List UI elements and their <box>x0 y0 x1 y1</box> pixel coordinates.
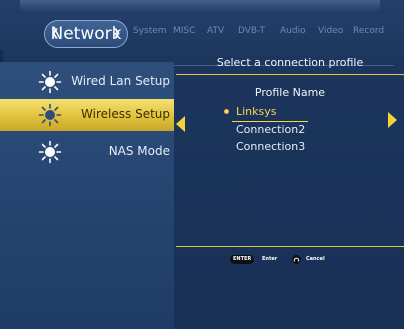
enter-hint-label: Enter <box>262 256 278 262</box>
chevron-right-icon: ❯ <box>112 28 121 39</box>
sun-icon <box>38 103 62 127</box>
tab-atv[interactable]: ATV <box>207 26 224 36</box>
settings-screen: ❮ Network ❯ System MISC ATV DVB-T Audio … <box>0 0 404 329</box>
selected-bullet-icon <box>224 109 229 114</box>
tab-network[interactable]: ❮ Network ❯ <box>44 20 128 48</box>
enter-key-badge: ENTER <box>230 255 255 264</box>
profile-item-linksys[interactable]: Linksys <box>236 105 277 118</box>
tab-network-label: Network <box>50 24 122 44</box>
menu-item-label: NAS Mode <box>108 144 170 158</box>
return-icon <box>292 255 301 264</box>
chevron-left-icon: ❮ <box>51 28 60 39</box>
profile-item-connection2[interactable]: Connection2 <box>236 123 305 136</box>
panel-title: Select a connection profile <box>216 56 364 69</box>
menu-item-nas-mode[interactable]: NAS Mode <box>0 136 174 168</box>
tab-system[interactable]: System <box>133 26 167 36</box>
selected-underline <box>232 121 308 122</box>
tab-audio[interactable]: Audio <box>280 26 306 36</box>
menu-item-label: Wireless Setup <box>81 107 170 121</box>
title-divider <box>176 74 404 75</box>
key-hints: ENTER Enter Cancel <box>176 253 404 267</box>
sun-icon <box>38 140 62 164</box>
menu-item-label: Wired Lan Setup <box>71 74 170 88</box>
bottom-divider <box>176 246 404 247</box>
profile-panel: Select a connection profile Profile Name… <box>176 52 404 329</box>
tab-misc[interactable]: MISC <box>173 26 195 36</box>
tab-bar: ❮ Network ❯ System MISC ATV DVB-T Audio … <box>0 18 404 66</box>
tab-record[interactable]: Record <box>353 26 384 36</box>
profile-name-header: Profile Name <box>254 86 326 99</box>
menu-item-wired-lan-setup[interactable]: Wired Lan Setup <box>0 66 174 98</box>
tab-dvb-t[interactable]: DVB-T <box>238 26 265 36</box>
left-menu: Wired Lan Setup Wireless Setup NAS Mode <box>0 62 174 329</box>
sun-icon <box>38 70 62 94</box>
profile-item-connection3[interactable]: Connection3 <box>236 140 305 153</box>
tab-video[interactable]: Video <box>318 26 343 36</box>
cancel-hint-label: Cancel <box>306 256 325 262</box>
menu-item-wireless-setup[interactable]: Wireless Setup <box>0 99 174 131</box>
top-reflection <box>20 0 380 12</box>
